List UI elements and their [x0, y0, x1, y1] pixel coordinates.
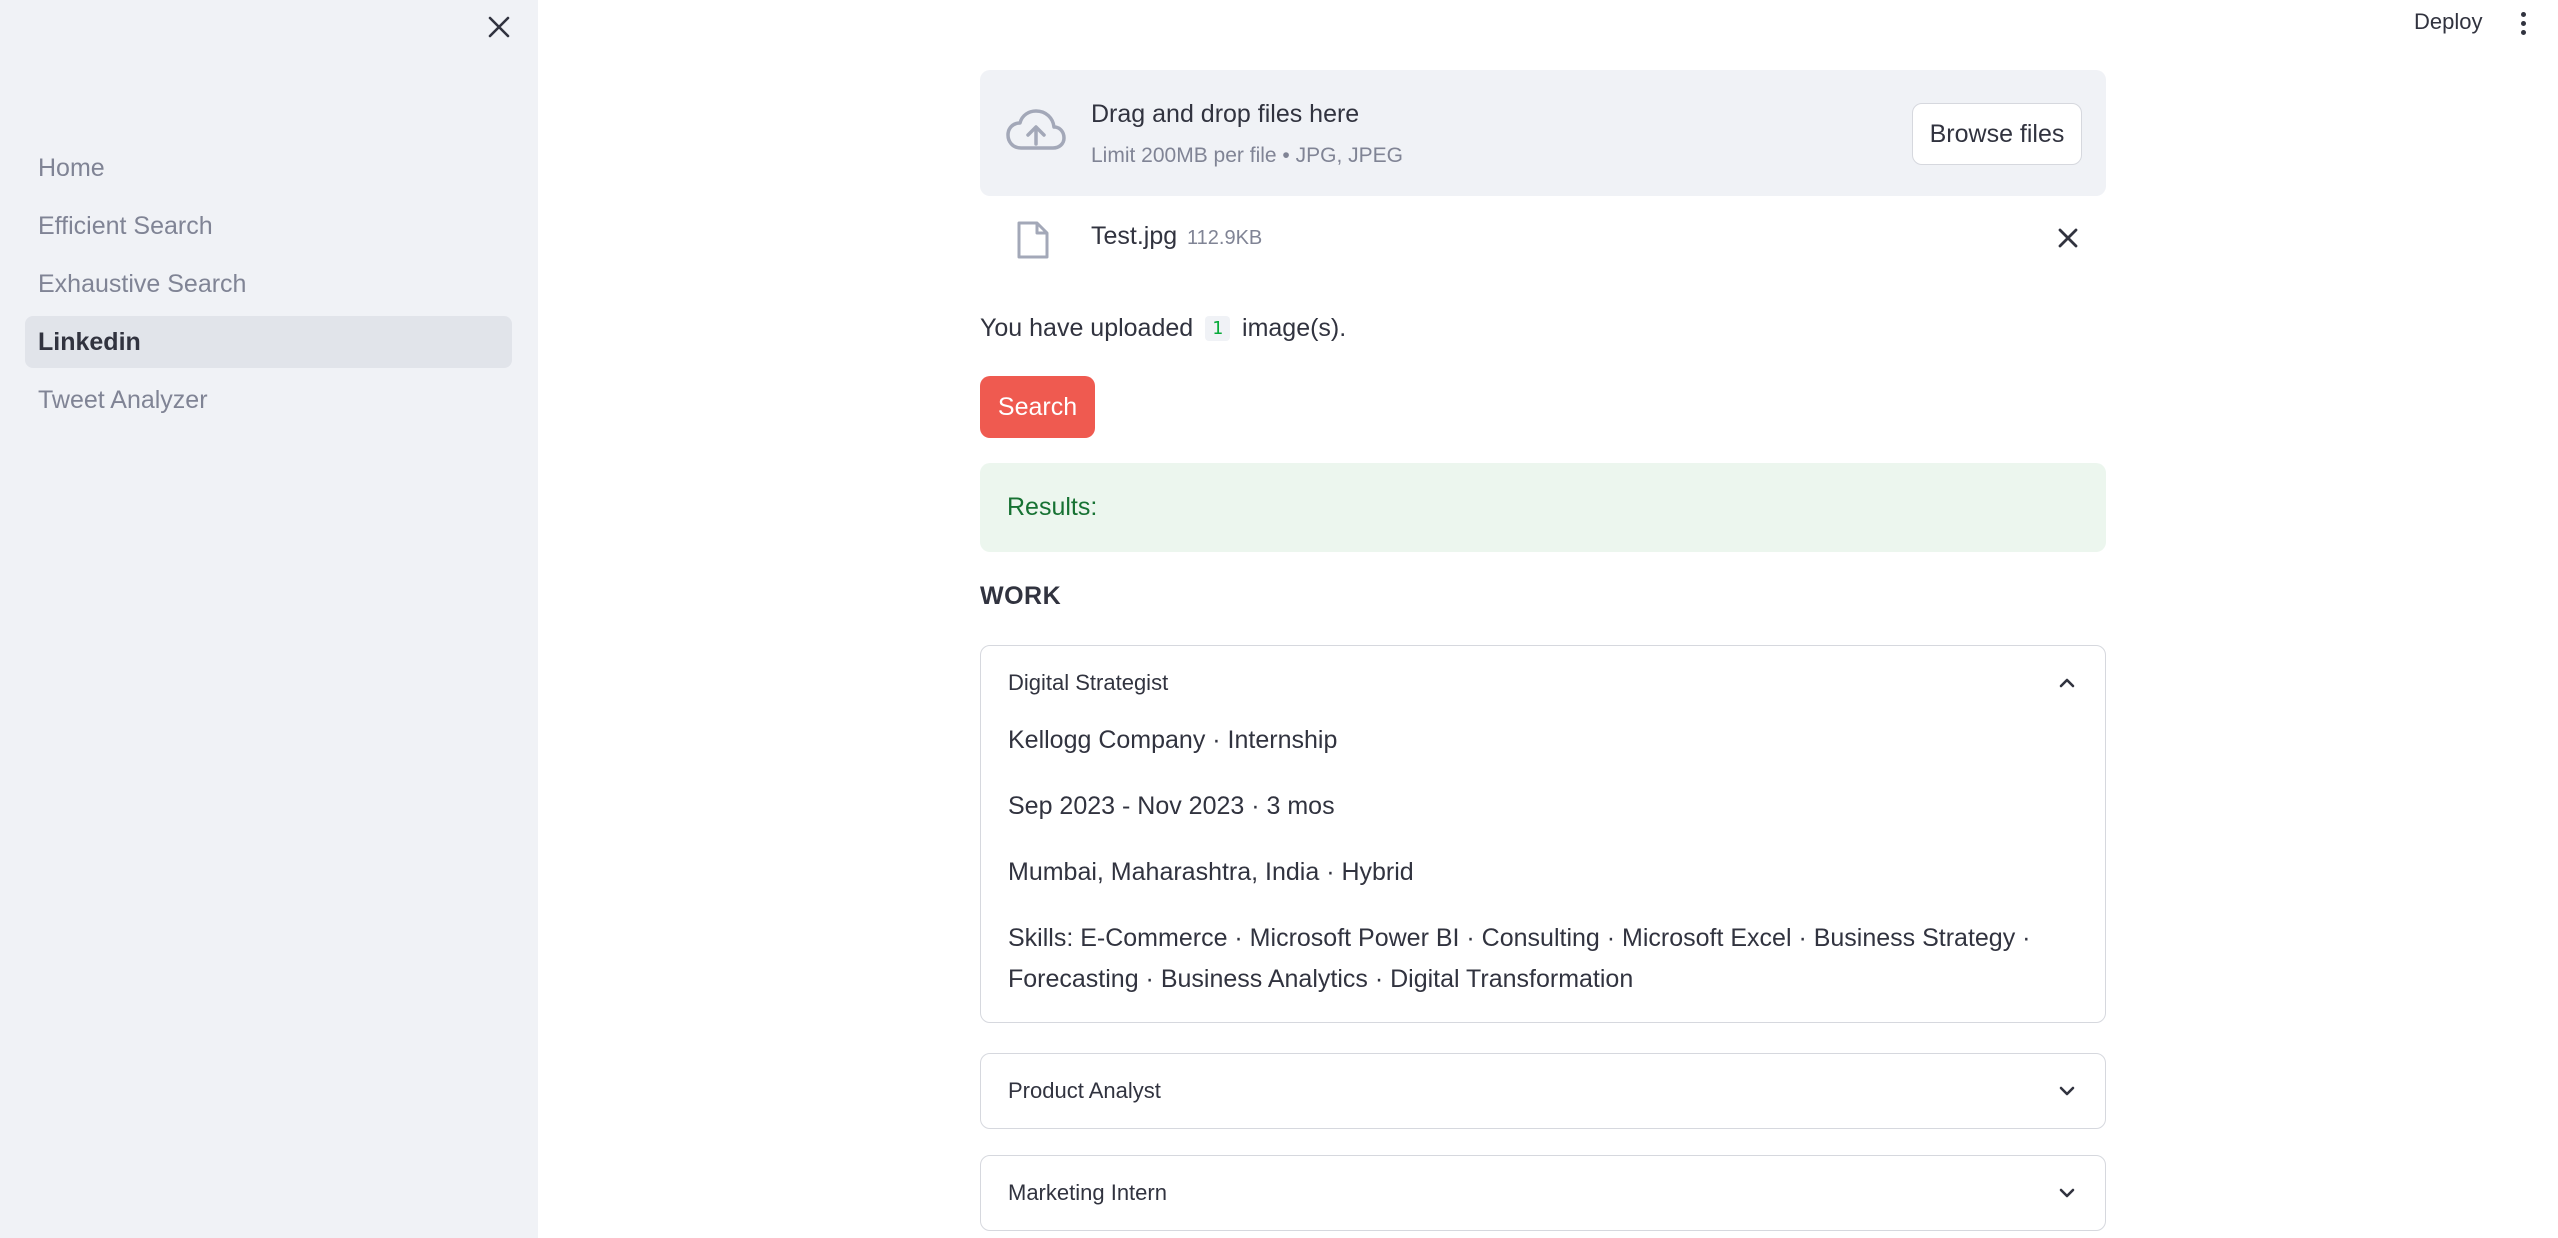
chevron-up-icon: [2059, 678, 2075, 688]
expander-digital-strategist: Digital Strategist Kellogg Company · Int…: [980, 645, 2106, 1023]
location-line: Mumbai, Maharashtra, India · Hybrid: [1008, 858, 1414, 886]
dropzone-title: Drag and drop files here: [1091, 100, 1360, 128]
sidebar-item-home[interactable]: Home: [25, 142, 512, 194]
upload-status-prefix: You have uploaded: [980, 314, 1194, 342]
expander-product-analyst: Product Analyst: [980, 1053, 2106, 1129]
sidebar-item-label: Linkedin: [38, 327, 141, 356]
cloud-upload-icon: [1006, 109, 1066, 150]
chevron-down-icon: [2059, 1188, 2075, 1198]
uploaded-file-row: Test.jpg 112.9KB: [980, 196, 2106, 296]
sidebar-item-exhaustive-search[interactable]: Exhaustive Search: [25, 258, 512, 310]
expander-header[interactable]: Digital Strategist: [981, 646, 2105, 720]
sidebar-nav: Home Efficient Search Exhaustive Search …: [25, 142, 512, 432]
sidebar-item-label: Home: [38, 153, 105, 182]
upload-count: 1: [1205, 316, 1231, 341]
file-size: 112.9KB: [1187, 227, 1263, 249]
sidebar-item-label: Efficient Search: [38, 211, 213, 240]
date-line: Sep 2023 - Nov 2023 · 3 mos: [1008, 792, 1335, 820]
sidebar-item-efficient-search[interactable]: Efficient Search: [25, 200, 512, 252]
work-heading: WORK: [980, 582, 1062, 610]
expander-marketing-intern: Marketing Intern: [980, 1155, 2106, 1231]
upload-status: You have uploaded 1 image(s).: [980, 314, 1346, 343]
chevron-down-icon: [2059, 1086, 2075, 1096]
file-name: Test.jpg: [1091, 222, 1178, 250]
sidebar-item-label: Tweet Analyzer: [38, 385, 208, 414]
dropzone-limits: Limit 200MB per file • JPG, JPEG: [1091, 144, 1403, 167]
sidebar-item-label: Exhaustive Search: [38, 269, 247, 298]
more-vertical-icon[interactable]: [2506, 6, 2540, 40]
expander-title: Marketing Intern: [1008, 1180, 1167, 1205]
expander-header[interactable]: Product Analyst: [981, 1054, 2105, 1128]
expander-title: Digital Strategist: [1008, 670, 1169, 695]
deploy-button[interactable]: Deploy: [2408, 4, 2488, 40]
search-button[interactable]: Search: [980, 376, 1095, 438]
company-line: Kellogg Company · Internship: [1008, 726, 1338, 754]
main-content: Drag and drop files here Limit 200MB per…: [980, 70, 2106, 1231]
file-dropzone[interactable]: Drag and drop files here Limit 200MB per…: [980, 70, 2106, 196]
skills-line: Skills: E-Commerce · Microsoft Power BI …: [1008, 924, 2031, 993]
expander-body: Kellogg Company · Internship Sep 2023 - …: [981, 720, 2105, 1022]
expander-title: Product Analyst: [1008, 1078, 1161, 1103]
sidebar-item-tweet-analyzer[interactable]: Tweet Analyzer: [25, 374, 512, 426]
sidebar-item-linkedin[interactable]: Linkedin: [25, 316, 512, 368]
sidebar: Home Efficient Search Exhaustive Search …: [0, 0, 538, 1238]
upload-status-suffix: image(s).: [1242, 314, 1347, 342]
results-banner: Results:: [980, 463, 2106, 552]
close-sidebar-icon[interactable]: [482, 10, 516, 44]
file-icon: [1017, 221, 1049, 259]
expander-header[interactable]: Marketing Intern: [981, 1156, 2105, 1230]
remove-file-icon[interactable]: [2048, 218, 2088, 258]
browse-files-button[interactable]: Browse files: [1912, 103, 2082, 165]
